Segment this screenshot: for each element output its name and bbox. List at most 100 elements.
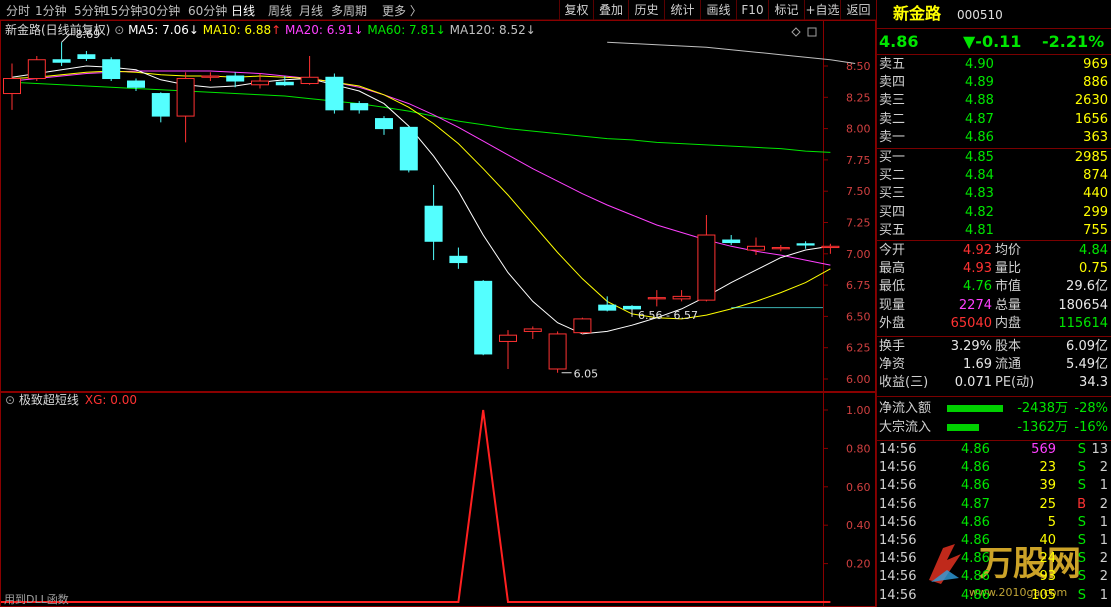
candle-up[interactable] <box>821 245 840 249</box>
candle-down[interactable] <box>226 75 245 82</box>
candle-down[interactable] <box>474 280 493 355</box>
bid-volume: 874 <box>1083 168 1108 184</box>
timeframe-tab-10[interactable]: 更多 〉 <box>382 2 422 19</box>
bid-label: 买一 <box>879 150 906 165</box>
stat-value: 4.93 <box>963 261 992 277</box>
toolbar-button-7[interactable]: +自选 <box>804 0 840 20</box>
ask-volume: 1656 <box>1074 111 1108 127</box>
candle-up[interactable] <box>523 328 542 332</box>
stat-label: 收益(三) <box>879 375 929 391</box>
bid-label: 买五 <box>879 222 906 238</box>
toolbar-button-2[interactable]: 历史 <box>628 0 664 20</box>
tick-side: S <box>1077 514 1086 530</box>
indicator-chart-svg[interactable]: 1.00 0.80 0.60 0.40 0.20 ⊙ 极致超短线 XG: 0.00 用到DLL… <box>0 392 876 607</box>
candle-down[interactable] <box>151 93 170 117</box>
candle-down[interactable] <box>127 80 145 88</box>
candle-up[interactable] <box>3 78 21 95</box>
stat-label: 最低 <box>879 279 906 295</box>
toolbar-button-1[interactable]: 叠加 <box>593 0 628 20</box>
tick-side: B <box>1077 496 1086 512</box>
stat-row: 收益(三) 0.071 PE(动) 34.3 <box>877 374 1111 392</box>
timeframe-tab-3[interactable]: 15分钟 <box>103 2 142 19</box>
tick-price: 4.86 <box>961 442 990 457</box>
stat-label: 净资 <box>879 357 906 373</box>
stat-label: PE(动) <box>995 375 1035 391</box>
candle-down[interactable] <box>399 126 418 171</box>
stat-value: 180654 <box>1058 297 1108 313</box>
toolbar-button-4[interactable]: 画线 <box>700 0 736 20</box>
candle-up[interactable] <box>573 318 592 334</box>
timeframe-tab-4[interactable]: 30分钟 <box>141 2 180 19</box>
toolbar-button-6[interactable]: 标记 <box>768 0 804 20</box>
candle-down[interactable] <box>449 255 468 264</box>
window-icon[interactable] <box>807 27 817 37</box>
bid-price: 4.81 <box>965 222 994 238</box>
stat-label: 外盘 <box>879 315 906 331</box>
bid-price: 4.84 <box>965 168 994 184</box>
toolbar-button-0[interactable]: 复权 <box>559 0 593 20</box>
candle-up[interactable] <box>647 297 666 300</box>
ask-row: 卖五 4.90 969 <box>877 56 1111 74</box>
candle-down[interactable] <box>375 118 393 130</box>
last-price: 4.86 <box>879 32 919 51</box>
stat-row: 换手 3.29% 股本 6.09亿 <box>877 338 1111 356</box>
candle-up[interactable] <box>548 333 567 370</box>
timeframe-tab-9[interactable]: 多周期 <box>331 2 367 19</box>
toolbar-button-3[interactable]: 统计 <box>664 0 700 20</box>
indicator-toggle-icon[interactable]: ⊙ <box>5 393 19 407</box>
candle-down[interactable] <box>598 304 617 311</box>
candle-up[interactable] <box>499 334 517 342</box>
tick-price: 4.86 <box>961 587 990 603</box>
candle-down[interactable] <box>722 239 741 244</box>
candle-down[interactable] <box>102 59 121 80</box>
legend-part-14: MA120: 8.52 <box>450 23 526 37</box>
kline-legend: 新金路(日线前复权) ⊙ MA5: 7.06↓ MA10: 6.88↑ MA20… <box>5 22 536 37</box>
tick-count: 2 <box>1099 460 1108 476</box>
tick-side: S <box>1077 587 1086 603</box>
timeframe-tab-0[interactable]: 分时 <box>6 2 30 19</box>
tick-row: 14:56 4.86 5 S 1 <box>877 514 1111 532</box>
timeframe-tab-7[interactable]: 周线 <box>268 2 292 19</box>
candle-up[interactable] <box>27 59 46 80</box>
candle-down[interactable] <box>275 81 294 86</box>
stat-label: 内盘 <box>995 315 1022 331</box>
toolbar-button-5[interactable]: F10 <box>736 0 768 20</box>
stock-name: 新金路 <box>893 4 942 23</box>
kline-chart[interactable]: 8.50 8.25 8.00 7.75 7.50 7.25 7.00 6.75 6.50 6.25… <box>0 20 876 392</box>
candle-down[interactable] <box>52 59 71 63</box>
candle-down[interactable] <box>424 205 443 242</box>
timeframe-tab-8[interactable]: 月线 <box>299 2 323 19</box>
candle-up[interactable] <box>697 234 716 301</box>
candle-up[interactable] <box>771 247 790 250</box>
timeframe-tab-5[interactable]: 60分钟 <box>188 2 227 19</box>
bid-row: 买五 4.81 755 <box>877 222 1111 240</box>
timeframe-tab-2[interactable]: 5分钟 <box>74 2 106 19</box>
kline-chart-svg[interactable]: 8.50 8.25 8.00 7.75 7.50 7.25 7.00 6.75 6.50 6.25… <box>0 20 876 392</box>
ask-row: 卖一 4.86 363 <box>877 129 1111 147</box>
legend-part-2: MA5: 7.06 <box>128 23 189 37</box>
candle-up[interactable] <box>176 78 195 117</box>
toolbar-button-8[interactable]: 返回 <box>840 0 876 20</box>
candle-up[interactable] <box>251 80 269 86</box>
ask-volume: 2630 <box>1074 93 1108 109</box>
candle-up[interactable] <box>300 76 319 85</box>
timeframe-tab-6[interactable]: 日线 <box>231 2 255 19</box>
tick-volume: 24 <box>1039 551 1056 567</box>
indicator-chart[interactable]: 1.00 0.80 0.60 0.40 0.20 ⊙ 极致超短线 XG: 0.00 用到DLL… <box>0 392 876 607</box>
stat-value: 1.69 <box>963 357 992 373</box>
candle-up[interactable] <box>747 245 765 251</box>
candle-down[interactable] <box>350 103 369 111</box>
diamond-icon[interactable] <box>791 27 801 37</box>
y-tick-label: 7.25 <box>846 217 871 230</box>
bid-price: 4.85 <box>965 150 994 165</box>
candle-down[interactable] <box>796 243 815 246</box>
candle-up[interactable] <box>201 75 220 78</box>
stat-row: 现量 2274 总量 180654 <box>877 297 1111 315</box>
ask-label: 卖五 <box>879 57 906 72</box>
candle-up[interactable] <box>672 295 691 300</box>
candle-down[interactable] <box>77 54 96 59</box>
timeframe-tab-1[interactable]: 1分钟 <box>35 2 67 19</box>
candle-down[interactable] <box>325 76 344 111</box>
bid-label: 买二 <box>879 168 906 184</box>
price-change-pct: -2.21% <box>1042 32 1105 51</box>
